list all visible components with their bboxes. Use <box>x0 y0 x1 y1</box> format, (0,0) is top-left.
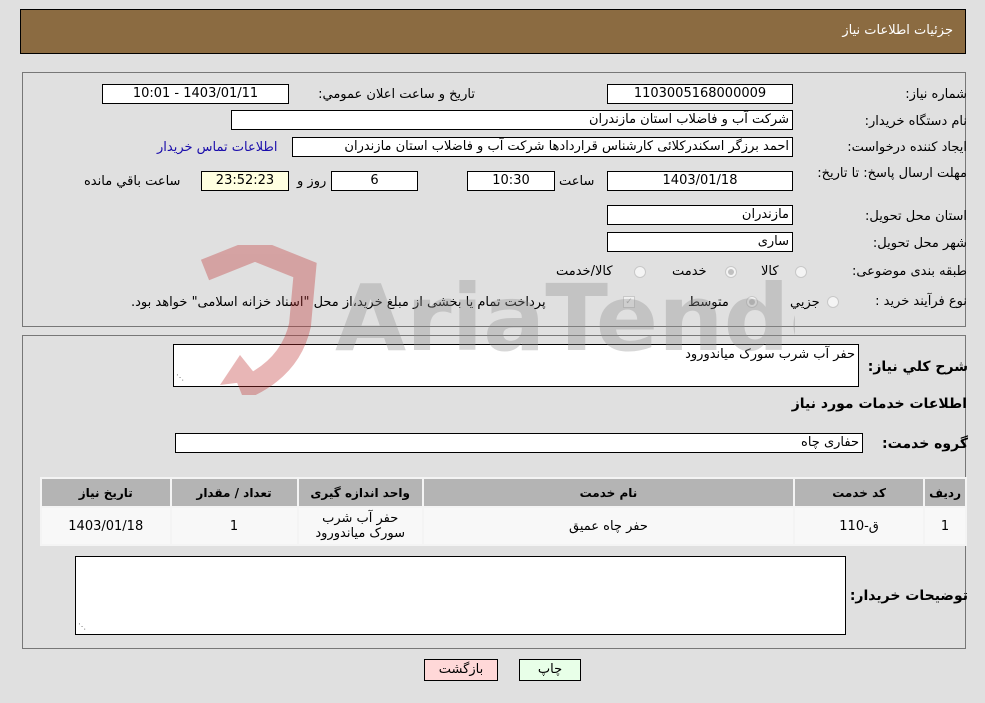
days-label: روز و <box>297 174 327 189</box>
process-label: نوع فرآیند خرید : <box>875 294 967 309</box>
cell-quantity: 1 <box>171 508 297 544</box>
deadline-time-field: 10:30 <box>467 171 555 191</box>
announce-datetime-label: تاریخ و ساعت اعلان عمومي: <box>318 87 475 102</box>
process-option-minor: جزيي <box>790 295 820 310</box>
buyer-org-label: نام دستگاه خریدار: <box>864 114 967 129</box>
process-radio-medium[interactable] <box>746 296 758 308</box>
services-heading: اطلاعات خدمات مورد نیاز <box>791 396 967 412</box>
col-need-date: تاریخ نیاز <box>42 479 170 506</box>
col-unit: واحد اندازه گیری <box>298 479 422 506</box>
deadline-date-field: 1403/01/18 <box>607 171 793 191</box>
print-button[interactable]: چاپ <box>519 659 581 681</box>
description-textarea[interactable] <box>173 344 859 387</box>
resize-grip-icon[interactable]: ⋰ <box>78 623 86 631</box>
province-label: استان محل تحویل: <box>865 209 967 224</box>
category-option-goods-service: کالا/خدمت <box>556 264 613 279</box>
process-radio-minor[interactable] <box>827 296 839 308</box>
service-group-label: گروه خدمت: <box>882 436 968 452</box>
process-option-medium: متوسط <box>688 295 729 310</box>
buyer-notes-label: توضیحات خریدار: <box>849 588 968 604</box>
city-field: ساری <box>607 232 793 252</box>
page-title: جزئیات اطلاعات نیاز <box>842 23 953 38</box>
category-radio-goods-service[interactable] <box>634 266 646 278</box>
cell-row-number: 1 <box>925 508 965 544</box>
deadline-label: مهلت ارسال پاسخ: تا تاریخ: <box>817 166 967 181</box>
buyer-org-field: شرکت آب و فاضلاب استان مازندران <box>231 110 793 130</box>
days-remaining-field: 6 <box>331 171 418 191</box>
creator-label: ایجاد کننده درخواست: <box>847 140 967 155</box>
category-radio-service[interactable] <box>725 266 737 278</box>
table-header-row: ردیف کد خدمت نام خدمت واحد اندازه گیری ت… <box>42 479 965 506</box>
need-number-label: شماره نیاز: <box>905 87 967 102</box>
category-option-service: خدمت <box>672 264 707 279</box>
category-radio-goods[interactable] <box>795 266 807 278</box>
resize-grip-icon[interactable]: ⋰ <box>176 374 184 382</box>
services-table: ردیف کد خدمت نام خدمت واحد اندازه گیری ت… <box>40 477 967 546</box>
buyer-contact-link[interactable]: اطلاعات تماس خریدار <box>157 140 277 155</box>
treasury-note: پرداخت تمام یا بخشی از مبلغ خرید،از محل … <box>131 295 546 310</box>
time-remaining-label: ساعت باقي مانده <box>84 174 181 189</box>
description-label: شرح كلي نياز: <box>867 359 968 375</box>
cell-service-code: ق-110 <box>795 508 924 544</box>
treasury-checkbox[interactable]: ✓ <box>623 296 635 308</box>
announce-datetime-field: 1403/01/11 - 10:01 <box>102 84 289 104</box>
time-remaining-field: 23:52:23 <box>201 171 289 191</box>
col-service-name: نام خدمت <box>423 479 794 506</box>
need-number-field: 1103005168000009 <box>607 84 793 104</box>
category-option-goods: کالا <box>761 264 779 279</box>
deadline-time-label: ساعت <box>559 174 595 189</box>
cell-service-name: حفر چاه عمیق <box>423 508 794 544</box>
province-field: مازندران <box>607 205 793 225</box>
col-quantity: تعداد / مقدار <box>171 479 297 506</box>
page-header: جزئیات اطلاعات نیاز <box>20 9 966 54</box>
buyer-notes-textarea[interactable] <box>75 556 846 635</box>
category-label: طبقه بندی موضوعی: <box>851 264 967 279</box>
col-service-code: کد خدمت <box>795 479 924 506</box>
col-row-number: ردیف <box>925 479 965 506</box>
cell-unit: حفر آب شرب سورک میاندورود <box>298 508 422 544</box>
back-button[interactable]: بازگشت <box>424 659 498 681</box>
cell-need-date: 1403/01/18 <box>42 508 170 544</box>
service-group-field: حفاری چاه <box>175 433 863 453</box>
city-label: شهر محل تحویل: <box>872 236 967 251</box>
table-row: 1 ق-110 حفر چاه عمیق حفر آب شرب سورک میا… <box>42 508 965 544</box>
creator-field: احمد برزگر اسکندرکلائی کارشناس قراردادها… <box>292 137 793 157</box>
